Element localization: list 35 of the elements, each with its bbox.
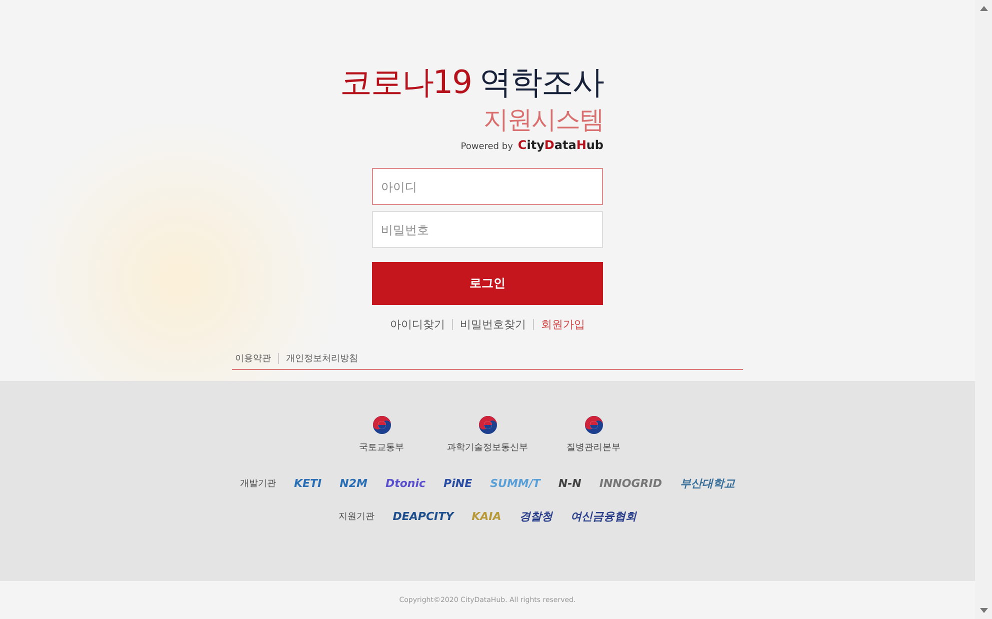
id-field[interactable]: 아이디 [372, 168, 603, 205]
subtitle-text: 지원시스템 [484, 104, 604, 136]
organization-logo: PiNE [444, 477, 472, 490]
organization-logo: 여신금융협회 [570, 509, 636, 524]
footer-link[interactable]: 이용약관 [235, 352, 271, 365]
title-text: 역학조사 [480, 62, 604, 102]
agency-name: 국토교통부 [359, 442, 404, 454]
emblem-icon [372, 415, 392, 435]
account-link[interactable]: 회원가입 [541, 317, 585, 332]
footer-link[interactable]: 개인정보처리방침 [286, 352, 358, 365]
row-label: 개발기관 [240, 478, 276, 490]
agency-name: 질병관리본부 [566, 442, 620, 454]
organization-logo: Dtonic [385, 477, 426, 490]
organization-logo: SUMM/T [490, 477, 540, 490]
agency-name: 과학기술정보통신부 [447, 442, 528, 454]
account-link[interactable]: 비밀번호찾기 [460, 317, 526, 332]
scroll-down-icon[interactable] [980, 608, 988, 613]
title-text: 코로나19 [340, 62, 472, 102]
organization-logo: N2M [340, 477, 368, 490]
organization-logo: KAIA [472, 510, 502, 523]
account-link[interactable]: 아이디찾기 [390, 317, 445, 332]
powered-by-text: Powered by [460, 142, 513, 152]
password-field[interactable]: 비밀번호 [372, 211, 603, 248]
organization-logo: INNOGRID [599, 477, 662, 490]
row-label: 지원기관 [338, 511, 375, 523]
brand-logo-text: CityDataHub [518, 138, 604, 152]
organization-logo: 경찰청 [519, 509, 552, 524]
organization-logo: DEAPCITY [392, 510, 454, 523]
organization-logo: 부산대학교 [680, 476, 735, 491]
emblem-icon [478, 415, 498, 435]
emblem-icon [584, 415, 604, 435]
organization-logo: KETI [294, 477, 322, 490]
scroll-up-icon[interactable] [980, 6, 988, 11]
login-button[interactable]: 로그인 [372, 262, 603, 305]
organization-logo: N-N [558, 477, 582, 490]
